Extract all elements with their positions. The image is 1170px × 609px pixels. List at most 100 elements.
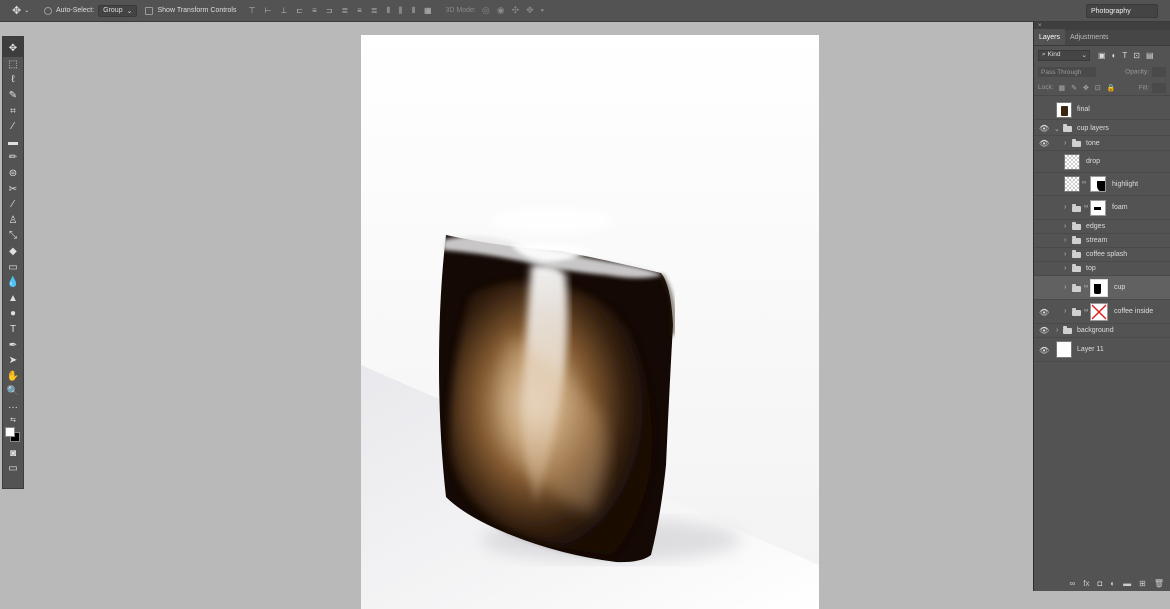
crop-tool-icon[interactable]: ⌗: [3, 103, 23, 119]
filter-pixel-icon[interactable]: ▣: [1098, 51, 1106, 60]
screen-mode-icon[interactable]: ▭: [3, 461, 23, 477]
quick-selection-tool-icon[interactable]: ✎: [3, 88, 23, 104]
layer-row-cup[interactable]: › ∞ cup: [1034, 276, 1170, 300]
add-mask-icon[interactable]: ◘: [1097, 579, 1102, 588]
auto-select-dropdown[interactable]: Group ⌄: [98, 4, 138, 17]
lock-position-icon[interactable]: ✥: [1083, 84, 1089, 92]
distribute-bottom-icon[interactable]: ≣: [371, 6, 378, 16]
show-transform-checkbox[interactable]: [145, 6, 154, 15]
chevron-right-icon[interactable]: ›: [1064, 223, 1066, 230]
adjustment-icon[interactable]: ◐: [1110, 579, 1115, 588]
tab-layers[interactable]: Layers: [1034, 29, 1066, 45]
eraser-tool-icon[interactable]: ⁄: [3, 197, 23, 213]
workspace-switcher[interactable]: Photography: [1086, 4, 1158, 18]
lock-transparent-icon[interactable]: ▦: [1059, 84, 1066, 92]
chevron-right-icon[interactable]: ›: [1064, 140, 1066, 147]
layer-row-final[interactable]: final: [1034, 100, 1170, 120]
align-bottom-icon[interactable]: ⊥: [280, 6, 287, 16]
layer-row-coffee-inside[interactable]: 👁 › ∞ coffee inside: [1034, 300, 1170, 324]
eye-icon[interactable]: 👁: [1039, 346, 1049, 355]
align-left-icon[interactable]: ⊏: [296, 6, 303, 16]
new-group-icon[interactable]: ▬: [1123, 579, 1131, 588]
layer-mask-thumbnail[interactable]: [1090, 176, 1106, 192]
layer-mask-thumbnail[interactable]: [1090, 279, 1108, 297]
lasso-tool-icon[interactable]: ℓ: [3, 72, 23, 88]
filter-smart-object-icon[interactable]: ▤: [1146, 51, 1154, 60]
align-middle-icon[interactable]: ⊢: [264, 6, 271, 16]
chevron-right-icon[interactable]: ›: [1064, 265, 1066, 272]
chevron-right-icon[interactable]: ›: [1064, 308, 1066, 315]
layer-row-foam[interactable]: › ∞ foam: [1034, 196, 1170, 220]
layer-row-coffee-splash[interactable]: › coffee splash: [1034, 248, 1170, 262]
distribute-center-icon[interactable]: ⫼: [399, 6, 403, 16]
auto-align-icon[interactable]: ▦: [424, 6, 432, 16]
link-icon[interactable]: ∞: [1084, 284, 1088, 290]
eraser-alt-tool-icon[interactable]: ◆: [3, 244, 23, 260]
sharpen-tool-icon[interactable]: ▲: [3, 291, 23, 307]
chevron-right-icon[interactable]: ›: [1064, 251, 1066, 258]
link-icon[interactable]: ∞: [1082, 180, 1086, 186]
chevron-right-icon[interactable]: ›: [1056, 327, 1058, 334]
layer-row-top[interactable]: › top: [1034, 262, 1170, 276]
roll-3d-icon[interactable]: ◉: [497, 5, 505, 16]
link-icon[interactable]: ∞: [1084, 308, 1088, 314]
align-top-icon[interactable]: ⊤: [248, 6, 255, 16]
filter-adjustment-icon[interactable]: ◐: [1112, 51, 1117, 60]
foreground-color-swatch[interactable]: [5, 427, 15, 438]
chevron-right-icon[interactable]: ›: [1064, 204, 1066, 211]
layer-row-highlight[interactable]: ∞ highlight: [1034, 173, 1170, 196]
art-brush-tool-icon[interactable]: ⤡: [3, 228, 23, 244]
type-tool-icon[interactable]: T: [3, 322, 23, 338]
lock-image-icon[interactable]: ✎: [1071, 84, 1077, 92]
lock-artboard-icon[interactable]: ⊡: [1095, 84, 1101, 92]
link-layers-icon[interactable]: ∞: [1070, 579, 1076, 588]
scale-3d-icon[interactable]: ▪: [541, 5, 544, 16]
history-brush-tool-icon[interactable]: ✂: [3, 181, 23, 197]
auto-select-checkbox[interactable]: [44, 6, 52, 15]
layer-row-cup-layers[interactable]: 👁 ⌄ cup layers: [1034, 122, 1170, 136]
eye-icon[interactable]: 👁: [1039, 124, 1049, 133]
layer-row-layer-11[interactable]: 👁 Layer 11: [1034, 338, 1170, 362]
align-right-icon[interactable]: ⊐: [326, 6, 333, 16]
path-selection-tool-icon[interactable]: ➤: [3, 353, 23, 369]
blur-tool-icon[interactable]: 💧: [3, 275, 23, 291]
move-tool-icon[interactable]: ✥ ⌄: [12, 3, 36, 19]
chevron-down-icon[interactable]: ⌄: [1054, 125, 1060, 133]
quick-mask-icon[interactable]: ◙: [3, 445, 23, 461]
eye-icon[interactable]: 👁: [1039, 308, 1049, 317]
healing-brush-tool-icon[interactable]: ▬: [3, 135, 23, 151]
marquee-tool-icon[interactable]: ⬚: [3, 57, 23, 73]
slide-3d-icon[interactable]: ✥: [526, 5, 534, 16]
eye-icon[interactable]: 👁: [1039, 139, 1049, 148]
layer-row-edges[interactable]: › edges: [1034, 220, 1170, 234]
gradient-tool-icon[interactable]: ▭: [3, 259, 23, 275]
filter-shape-icon[interactable]: ⊡: [1133, 51, 1140, 60]
opacity-field[interactable]: [1152, 67, 1166, 77]
move-tool-icon[interactable]: ✥: [3, 41, 23, 57]
disabled-mask-thumbnail[interactable]: [1090, 303, 1108, 321]
hand-tool-icon[interactable]: ✋: [3, 368, 23, 384]
lock-all-icon[interactable]: 🔒: [1107, 84, 1116, 92]
distribute-right-icon[interactable]: ⫴: [412, 6, 415, 16]
orbit-3d-icon[interactable]: ◎: [482, 5, 490, 16]
distribute-top-icon[interactable]: ≣: [341, 6, 348, 16]
swap-colors-icon[interactable]: ⇆: [3, 415, 23, 425]
delete-icon[interactable]: 🗑: [1154, 579, 1164, 588]
layer-mask-thumbnail[interactable]: [1090, 200, 1106, 216]
document-canvas[interactable]: [361, 35, 819, 609]
layer-row-tone[interactable]: 👁 › tone: [1034, 136, 1170, 151]
align-center-icon[interactable]: ≡: [312, 6, 317, 16]
zoom-tool-icon[interactable]: 🔍: [3, 384, 23, 400]
eyedropper-tool-icon[interactable]: ⁄: [3, 119, 23, 135]
chevron-right-icon[interactable]: ›: [1064, 237, 1066, 244]
more-tools-icon[interactable]: ···: [3, 400, 23, 416]
layer-row-drop[interactable]: drop: [1034, 151, 1170, 173]
clone-stamp-tool-icon[interactable]: ⊜: [3, 166, 23, 182]
chevron-right-icon[interactable]: ›: [1064, 284, 1066, 291]
new-layer-icon[interactable]: ⊞: [1139, 579, 1146, 588]
tab-adjustments[interactable]: Adjustments: [1065, 29, 1114, 45]
fill-field[interactable]: [1152, 82, 1166, 93]
brush-tool-icon[interactable]: ✏: [3, 150, 23, 166]
link-icon[interactable]: ∞: [1084, 204, 1088, 210]
filter-kind-select[interactable]: ⌕ Kind ⌄: [1038, 49, 1090, 61]
